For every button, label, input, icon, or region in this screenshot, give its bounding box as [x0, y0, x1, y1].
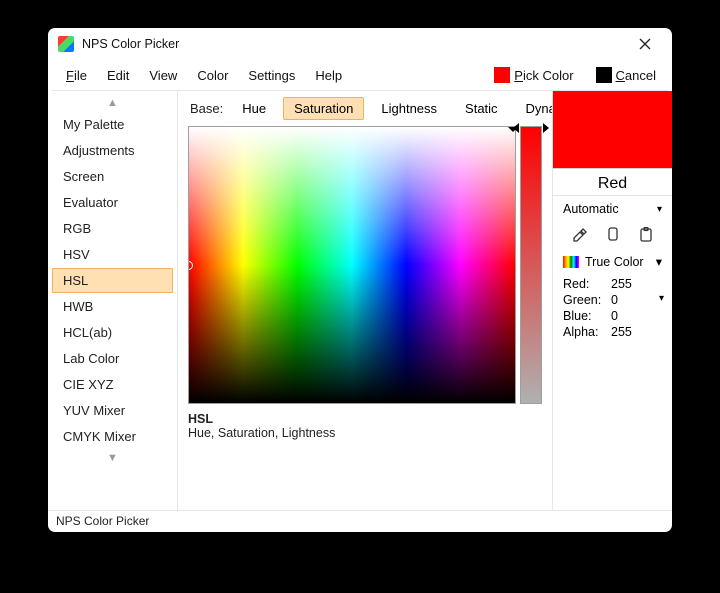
paste-icon[interactable]	[637, 226, 655, 244]
tab-hue[interactable]: Hue	[231, 97, 277, 120]
base-label: Base:	[190, 101, 223, 116]
sidebar-item-hsl[interactable]: HSL	[52, 268, 173, 293]
eyedropper-icon[interactable]	[571, 226, 589, 244]
sidebar-item-screen[interactable]: Screen	[52, 164, 173, 189]
sidebar-item-cie-xyz[interactable]: CIE XYZ	[52, 372, 173, 397]
close-icon	[639, 38, 651, 50]
sidebar-item-my-palette[interactable]: My Palette	[52, 112, 173, 137]
desc-text: Hue, Saturation, Lightness	[188, 426, 542, 440]
tab-lightness[interactable]: Lightness	[370, 97, 448, 120]
menu-view[interactable]: View	[141, 64, 185, 87]
tab-saturation[interactable]: Saturation	[283, 97, 364, 120]
chevron-down-icon: ▾	[656, 254, 662, 269]
menu-edit[interactable]: Edit	[99, 64, 137, 87]
true-color-dropdown[interactable]: True Color ▾	[563, 254, 662, 269]
sidebar-item-lab-color[interactable]: Lab Color	[52, 346, 173, 371]
spectrum-icon	[563, 256, 579, 268]
sidebar-item-rgb[interactable]: RGB	[52, 216, 173, 241]
copy-icon[interactable]	[604, 226, 622, 244]
body: ▲ My PaletteAdjustmentsScreenEvaluatorRG…	[48, 91, 672, 510]
icon-toolbar	[563, 224, 662, 246]
right-panel: Red Automatic▾ True Color ▾ ▾ Red:255G	[552, 91, 672, 510]
window-title: NPS Color Picker	[82, 37, 179, 51]
slider-marker-left	[513, 123, 519, 133]
app-window: NPS Color Picker File Edit View Color Se…	[48, 28, 672, 532]
color-field[interactable]	[188, 126, 516, 404]
sidebar-item-hsv[interactable]: HSV	[52, 242, 173, 267]
window-close-button[interactable]	[624, 30, 666, 58]
color-name: Red	[553, 169, 672, 196]
channel-readout[interactable]: ▾ Red:255Green:0Blue:0Alpha:255	[563, 277, 662, 339]
sidebar-item-hcl-ab-[interactable]: HCL(ab)	[52, 320, 173, 345]
tab-static[interactable]: Static	[454, 97, 509, 120]
sidebar-scroll-down[interactable]: ▼	[48, 450, 177, 466]
pick-color-button[interactable]: Pick Color	[488, 65, 579, 85]
desc-heading: HSL	[188, 412, 542, 426]
channel-value-blue: 0	[611, 309, 662, 323]
menubar: File Edit View Color Settings Help Pick …	[48, 60, 672, 90]
pick-swatch-icon	[494, 67, 510, 83]
status-bar: NPS Color Picker	[48, 510, 672, 532]
menu-color[interactable]: Color	[189, 64, 236, 87]
base-tabs: Base: HueSaturationLightnessStaticDynami…	[188, 95, 542, 126]
center-panel: Base: HueSaturationLightnessStaticDynami…	[178, 91, 552, 510]
chevron-down-icon: ▾	[657, 204, 662, 215]
slider-marker-right	[543, 123, 549, 133]
channel-value-green: 0	[611, 293, 662, 307]
color-preview	[553, 91, 672, 169]
sidebar-scroll-up[interactable]: ▲	[48, 95, 177, 111]
channel-value-alpha: 255	[611, 325, 662, 339]
channel-label-alpha: Alpha:	[563, 325, 611, 339]
chevron-down-icon: ▾	[659, 293, 664, 304]
channel-label-red: Red:	[563, 277, 611, 291]
sidebar-item-yuv-mixer[interactable]: YUV Mixer	[52, 398, 173, 423]
cancel-swatch-icon	[596, 67, 612, 83]
saturation-slider[interactable]	[520, 126, 542, 404]
menu-file[interactable]: File	[58, 64, 95, 87]
sidebar: ▲ My PaletteAdjustmentsScreenEvaluatorRG…	[48, 91, 178, 510]
channel-label-green: Green:	[563, 293, 611, 307]
channel-value-red: 255	[611, 277, 662, 291]
sidebar-item-cmyk-mixer[interactable]: CMYK Mixer	[52, 424, 173, 449]
sidebar-item-hwb[interactable]: HWB	[52, 294, 173, 319]
sidebar-item-adjustments[interactable]: Adjustments	[52, 138, 173, 163]
mode-dropdown[interactable]: Automatic▾	[563, 202, 662, 216]
status-text: NPS Color Picker	[56, 514, 149, 528]
titlebar: NPS Color Picker	[48, 28, 672, 60]
cancel-button[interactable]: Cancel	[590, 65, 662, 85]
menu-settings[interactable]: Settings	[240, 64, 303, 87]
mode-description: HSL Hue, Saturation, Lightness	[188, 404, 542, 440]
sidebar-item-evaluator[interactable]: Evaluator	[52, 190, 173, 215]
menu-help[interactable]: Help	[307, 64, 350, 87]
channel-label-blue: Blue:	[563, 309, 611, 323]
app-icon	[58, 36, 74, 52]
